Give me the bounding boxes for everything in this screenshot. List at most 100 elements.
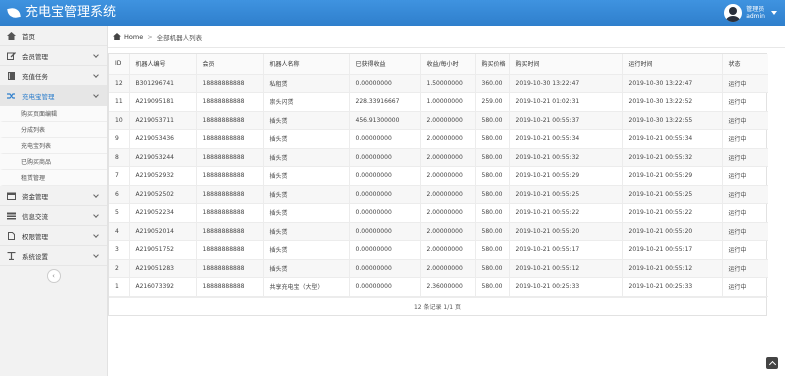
column-header-price[interactable]: 购买价格 xyxy=(475,54,510,75)
breadcrumb-separator: > xyxy=(147,32,153,41)
user-menu[interactable]: 管理员 admin xyxy=(724,2,777,24)
cell-hourly: 1.50000000 xyxy=(420,74,476,93)
cell-purchase-time: 2019-10-21 00:55:34 xyxy=(509,129,623,149)
sidebar-subitem-share-list[interactable]: 分成列表 xyxy=(0,122,107,138)
cell-run-time: 2019-10-21 00:25:33 xyxy=(622,277,723,297)
list-icon xyxy=(7,212,16,220)
cell-id: 2 xyxy=(109,259,130,278)
sidebar-item-powerbank[interactable]: 充电宝管理 xyxy=(0,86,107,106)
table-row[interactable]: 3 A219051752 18888888888 插头赁 0.00000000 2.000… xyxy=(109,240,768,260)
table-row[interactable]: 4 A219052014 18888888888 插头赁 0.00000000 2.000… xyxy=(109,222,768,241)
cell-robot-no: A219053711 xyxy=(129,111,197,130)
table-body: 12 B301296741 18888888888 私租赁 0.00000000 1.50… xyxy=(109,74,768,297)
chevron-down-icon xyxy=(93,232,99,238)
sidebar-item-label: 会员管理 xyxy=(22,52,48,61)
cell-hourly: 2.00000000 xyxy=(420,129,476,149)
column-header-earned[interactable]: 已获得收益 xyxy=(349,54,421,75)
sidebar-item-label: 资金管理 xyxy=(22,192,48,201)
sidebar-item-settings[interactable]: 系统设置 xyxy=(0,246,107,266)
sidebar-item-messages[interactable]: 信息交流 xyxy=(0,206,107,226)
cell-id: 5 xyxy=(109,203,130,223)
sidebar-subitem-rental[interactable]: 租赁管理 xyxy=(0,170,107,186)
sidebar-item-permissions[interactable]: 权限管理 xyxy=(0,226,107,246)
cell-robot-name: 插头赁 xyxy=(263,166,350,186)
cell-robot-name: 插头赁 xyxy=(263,203,350,223)
cell-earned: 0.00000000 xyxy=(349,129,421,149)
chevron-down-icon xyxy=(93,92,99,98)
cell-status: 运行中 xyxy=(722,92,768,112)
cell-price: 580.00 xyxy=(475,222,510,241)
cell-price: 580.00 xyxy=(475,129,510,149)
sidebar-item-recharge[interactable]: 充值任务 xyxy=(0,66,107,86)
sidebar-item-label: 权限管理 xyxy=(22,232,48,241)
column-header-robot-no[interactable]: 机器人编号 xyxy=(129,54,197,75)
cell-purchase-time: 2019-10-21 01:02:31 xyxy=(509,92,623,112)
app-brand[interactable]: 充电宝管理系统 xyxy=(7,4,117,22)
cell-purchase-time: 2019-10-21 00:25:33 xyxy=(509,277,623,297)
cell-earned: 0.00000000 xyxy=(349,185,421,204)
cell-purchase-time: 2019-10-21 00:55:17 xyxy=(509,240,623,260)
cell-robot-name: 私租赁 xyxy=(263,74,350,93)
cell-member: 18888888888 xyxy=(196,277,264,297)
table-row[interactable]: 5 A219052234 18888888888 插头赁 0.00000000 2.000… xyxy=(109,203,768,223)
cell-hourly: 2.00000000 xyxy=(420,203,476,223)
cell-id: 8 xyxy=(109,148,130,167)
cell-id: 1 xyxy=(109,277,130,297)
sidebar-subitem-buy-page-edit[interactable]: 购买页面编辑 xyxy=(0,106,107,122)
column-header-robot-name[interactable]: 机器人名称 xyxy=(263,54,350,75)
column-header-hourly[interactable]: 收益/每小时 xyxy=(420,54,476,75)
cell-robot-name: 插头赁 xyxy=(263,111,350,130)
table-row[interactable]: 9 A219053436 18888888888 插头赁 0.00000000 2.000… xyxy=(109,129,768,149)
column-header-run-time[interactable]: 运行时间 xyxy=(622,54,723,75)
breadcrumb-home-link[interactable]: Home xyxy=(124,33,143,41)
cell-robot-name: 插头赁 xyxy=(263,259,350,278)
cell-id: 4 xyxy=(109,222,130,241)
column-header-status[interactable]: 状态 xyxy=(722,54,768,75)
cell-status: 运行中 xyxy=(722,277,768,297)
cell-member: 18888888888 xyxy=(196,166,264,186)
sidebar-item-home[interactable]: 首页 xyxy=(0,26,107,46)
breadcrumb: Home > 全部机器人列表 xyxy=(108,26,785,48)
cell-robot-name: 插头赁 xyxy=(263,240,350,260)
table-row[interactable]: 12 B301296741 18888888888 私租赁 0.00000000 1.50… xyxy=(109,74,768,93)
cell-member: 18888888888 xyxy=(196,148,264,167)
sidebar-subitem-powerbank-list[interactable]: 充电宝列表 xyxy=(0,138,107,154)
cell-status: 运行中 xyxy=(722,166,768,186)
cell-run-time: 2019-10-30 13:22:52 xyxy=(622,92,723,112)
cell-earned: 228.33916667 xyxy=(349,92,421,112)
cell-robot-no: A219053244 xyxy=(129,148,197,167)
chevron-down-icon xyxy=(93,72,99,78)
column-header-purchase-time[interactable]: 购买时间 xyxy=(509,54,623,75)
cell-price: 580.00 xyxy=(475,203,510,223)
column-header-id[interactable]: ID xyxy=(109,54,130,75)
sidebar-item-funds[interactable]: 资金管理 xyxy=(0,186,107,206)
file-icon xyxy=(7,231,16,240)
sidebar-item-label: 充电宝管理 xyxy=(22,92,55,101)
cell-member: 18888888888 xyxy=(196,92,264,112)
cell-run-time: 2019-10-21 00:55:17 xyxy=(622,240,723,260)
table-row[interactable]: 7 A219052932 18888888888 插头赁 0.00000000 2.000… xyxy=(109,166,768,186)
table-row[interactable]: 2 A219051283 18888888888 插头赁 0.00000000 2.000… xyxy=(109,259,768,278)
sidebar-collapse-button[interactable]: ‹ xyxy=(46,269,61,283)
table-row[interactable]: 11 A219095181 18888888888 崇头闪赁 228.33916667 1… xyxy=(109,92,768,112)
cell-id: 12 xyxy=(109,74,130,93)
sidebar-item-members[interactable]: 会员管理 xyxy=(0,46,107,66)
cell-member: 18888888888 xyxy=(196,111,264,130)
sidebar-subitem-purchased[interactable]: 已购买商品 xyxy=(0,154,107,170)
calendar-icon xyxy=(7,192,16,200)
chevron-down-icon xyxy=(93,252,99,258)
scroll-to-top-button[interactable] xyxy=(766,357,778,369)
app-title: 充电宝管理系统 xyxy=(25,5,117,20)
cell-id: 7 xyxy=(109,166,130,186)
cell-status: 运行中 xyxy=(722,129,768,149)
table-row[interactable]: 6 A219052502 18888888888 插头赁 0.00000000 2.000… xyxy=(109,185,768,204)
chevron-down-icon xyxy=(93,52,99,58)
table-row[interactable]: 10 A219053711 18888888888 插头赁 456.91300000 2.… xyxy=(109,111,768,130)
cell-purchase-time: 2019-10-21 00:55:12 xyxy=(509,259,623,278)
caret-down-icon xyxy=(771,11,777,15)
table-row[interactable]: 8 A219053244 18888888888 插头赁 0.00000000 2.000… xyxy=(109,148,768,167)
table-row[interactable]: 1 A216073392 18888888888 共享充电宝（大型） 0.0000000… xyxy=(109,277,768,297)
cell-earned: 0.00000000 xyxy=(349,74,421,93)
cell-purchase-time: 2019-10-21 00:55:29 xyxy=(509,166,623,186)
column-header-member[interactable]: 会员 xyxy=(196,54,264,75)
